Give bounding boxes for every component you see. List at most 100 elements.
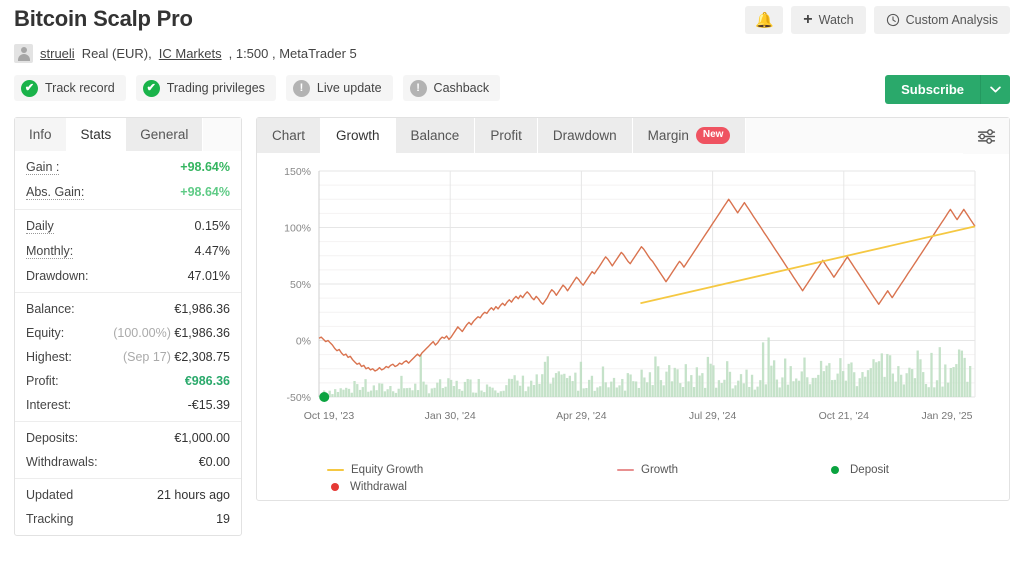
stat-row-highest: Highest: (Sep 17) €2,308.75 <box>26 345 230 369</box>
stat-label-monthly[interactable]: Monthly: <box>26 244 74 259</box>
deposit-marker[interactable] <box>319 391 330 402</box>
tab-profit[interactable]: Profit <box>475 118 538 153</box>
account-page: Bitcoin Scalp Pro 🔔 + Watch Custom Analy… <box>0 0 1024 566</box>
y-axis-tick-label: 150% <box>284 166 311 178</box>
header-actions: 🔔 + Watch Custom Analysis <box>745 6 1010 34</box>
user-avatar-icon <box>14 44 33 63</box>
check-circle-icon: ✔ <box>21 79 38 97</box>
growth-line <box>318 198 976 372</box>
status-badges: ✔ Track record ✔ Trading privileges ! Li… <box>14 75 1010 101</box>
tab-balance-label: Balance <box>410 127 460 143</box>
legend-item-withdrawal[interactable]: Withdrawal <box>327 481 617 493</box>
stat-value-highest-date: (Sep 17) <box>122 350 171 364</box>
clock-icon <box>886 13 899 27</box>
status-badge-label: Live update <box>316 81 382 95</box>
stat-value-deposits: €1,000.00 <box>174 431 230 445</box>
tab-margin[interactable]: Margin New <box>632 118 747 153</box>
legend-label-withdrawal: Withdrawal <box>350 480 407 493</box>
subscribe-dropdown-button[interactable] <box>980 75 1010 104</box>
tab-general[interactable]: General <box>126 118 204 151</box>
stat-group-performance: Daily 0.15% Monthly: 4.47% Drawdown: 47.… <box>15 210 241 293</box>
stat-value-interest: -€15.39 <box>187 398 230 412</box>
account-platform: , 1:500 , MetaTrader 5 <box>228 46 357 61</box>
stat-label-daily[interactable]: Daily <box>26 219 54 234</box>
stat-group-funding: Deposits: €1,000.00 Withdrawals: €0.00 <box>15 422 241 479</box>
stat-label-abs-gain[interactable]: Abs. Gain: <box>26 185 85 200</box>
equity-growth-line <box>640 224 976 304</box>
tab-profit-label: Profit <box>490 127 522 143</box>
subscribe-button[interactable]: Subscribe <box>885 75 980 104</box>
broker-link[interactable]: IC Markets <box>159 46 222 61</box>
tab-stats[interactable]: Stats <box>66 118 127 151</box>
tab-drawdown[interactable]: Drawdown <box>537 118 633 153</box>
custom-analysis-button[interactable]: Custom Analysis <box>873 6 1010 34</box>
stat-value-daily: 0.15% <box>194 219 230 233</box>
growth-chart[interactable]: 150% 100% 50% 0% -50% Oct 19, '23 Jan 30, '24 A… <box>257 153 1009 501</box>
stat-value-highest-amount: €2,308.75 <box>174 350 230 364</box>
legend-item-growth[interactable]: Growth <box>617 464 827 476</box>
stat-row-drawdown: Drawdown: 47.01% <box>26 264 230 288</box>
legend-label-growth: Growth <box>641 463 679 476</box>
stat-label-tracking: Tracking <box>26 512 74 526</box>
stat-row-tracking: Tracking 19 <box>26 507 230 531</box>
new-badge: New <box>695 127 731 144</box>
legend-item-equity-growth[interactable]: Equity Growth <box>327 464 617 476</box>
stat-label-deposits: Deposits: <box>26 431 79 445</box>
stat-value-monthly: 4.47% <box>194 244 230 258</box>
stat-value-balance: €1,986.36 <box>174 302 230 316</box>
x-axis-tick-label: Jul 29, '24 <box>689 410 737 422</box>
tab-growth[interactable]: Growth <box>321 118 396 153</box>
exclamation-circle-icon: ! <box>409 79 427 97</box>
status-badge[interactable]: ! Live update <box>285 75 393 101</box>
status-badge-label: Cashback <box>433 81 490 95</box>
stat-value-equity-amount: €1,986.36 <box>174 326 230 340</box>
x-axis-tick-label: Jan 29, '25 <box>921 410 972 422</box>
status-badge[interactable]: ✔ Trading privileges <box>135 75 276 101</box>
account-type: Real (EUR), <box>81 46 152 61</box>
stat-label-equity: Equity: <box>26 326 65 340</box>
deposit-dot-swatch <box>831 465 839 474</box>
x-axis-tick-label: Apr 29, '24 <box>556 410 607 422</box>
chart-settings-button[interactable] <box>963 118 1009 154</box>
stat-group-balance: Balance: €1,986.36 Equity: (100.00%) €1,… <box>15 293 241 422</box>
username-link[interactable]: strueli <box>40 46 75 61</box>
watch-button[interactable]: + Watch <box>791 6 866 34</box>
stat-label-profit: Profit: <box>26 374 59 388</box>
y-axis-tick-label: 100% <box>284 222 311 234</box>
stat-row-interest: Interest: -€15.39 <box>26 393 230 417</box>
status-badge[interactable]: ✔ Track record <box>14 75 126 101</box>
sidebar-tabs: Info Stats General <box>15 118 241 151</box>
chart-panel: Chart Growth Balance Profit Drawdown Mar… <box>256 117 1010 501</box>
page-header: Bitcoin Scalp Pro 🔔 + Watch Custom Analy… <box>14 0 1010 104</box>
tab-drawdown-label: Drawdown <box>552 127 617 143</box>
stat-value-profit: €986.36 <box>184 374 230 388</box>
tab-chart[interactable]: Chart <box>257 118 322 153</box>
status-badge[interactable]: ! Cashback <box>402 75 501 101</box>
notification-bell-button[interactable]: 🔔 <box>745 6 784 34</box>
chevron-down-icon <box>990 86 1001 93</box>
watch-button-label: Watch <box>818 13 854 27</box>
tab-margin-label: Margin <box>647 127 689 143</box>
stat-value-tracking: 19 <box>216 512 230 526</box>
plus-icon: + <box>803 11 813 28</box>
tab-growth-label: Growth <box>336 127 380 143</box>
tab-info[interactable]: Info <box>15 118 67 151</box>
legend-label-equity-growth: Equity Growth <box>351 463 424 476</box>
legend-item-deposit[interactable]: Deposit <box>827 464 987 476</box>
stat-value-withdrawals: €0.00 <box>198 455 230 469</box>
stat-label-updated: Updated <box>26 488 74 502</box>
stat-value-equity: (100.00%) €1,986.36 <box>113 326 230 340</box>
stat-row-daily: Daily 0.15% <box>26 214 230 239</box>
tab-chart-label: Chart <box>272 127 306 143</box>
stat-label-gain[interactable]: Gain : <box>26 160 60 175</box>
tab-balance[interactable]: Balance <box>395 118 476 153</box>
stat-row-withdrawals: Withdrawals: €0.00 <box>26 450 230 474</box>
chart-legend: Equity Growth Growth Deposit Withdrawal <box>327 464 989 493</box>
stat-label-drawdown: Drawdown: <box>26 269 89 283</box>
stat-value-abs-gain: +98.64% <box>180 185 230 199</box>
chart-canvas: 150% 100% 50% 0% -50% Oct 19, '23 Jan 30, '24 A… <box>284 166 976 422</box>
stats-sidebar: Info Stats General Gain : +98.64% Abs. G… <box>14 117 242 536</box>
stat-label-balance: Balance: <box>26 302 75 316</box>
subscribe-group: Subscribe <box>885 75 1010 104</box>
x-axis-tick-label: Jan 30, '24 <box>425 410 476 422</box>
